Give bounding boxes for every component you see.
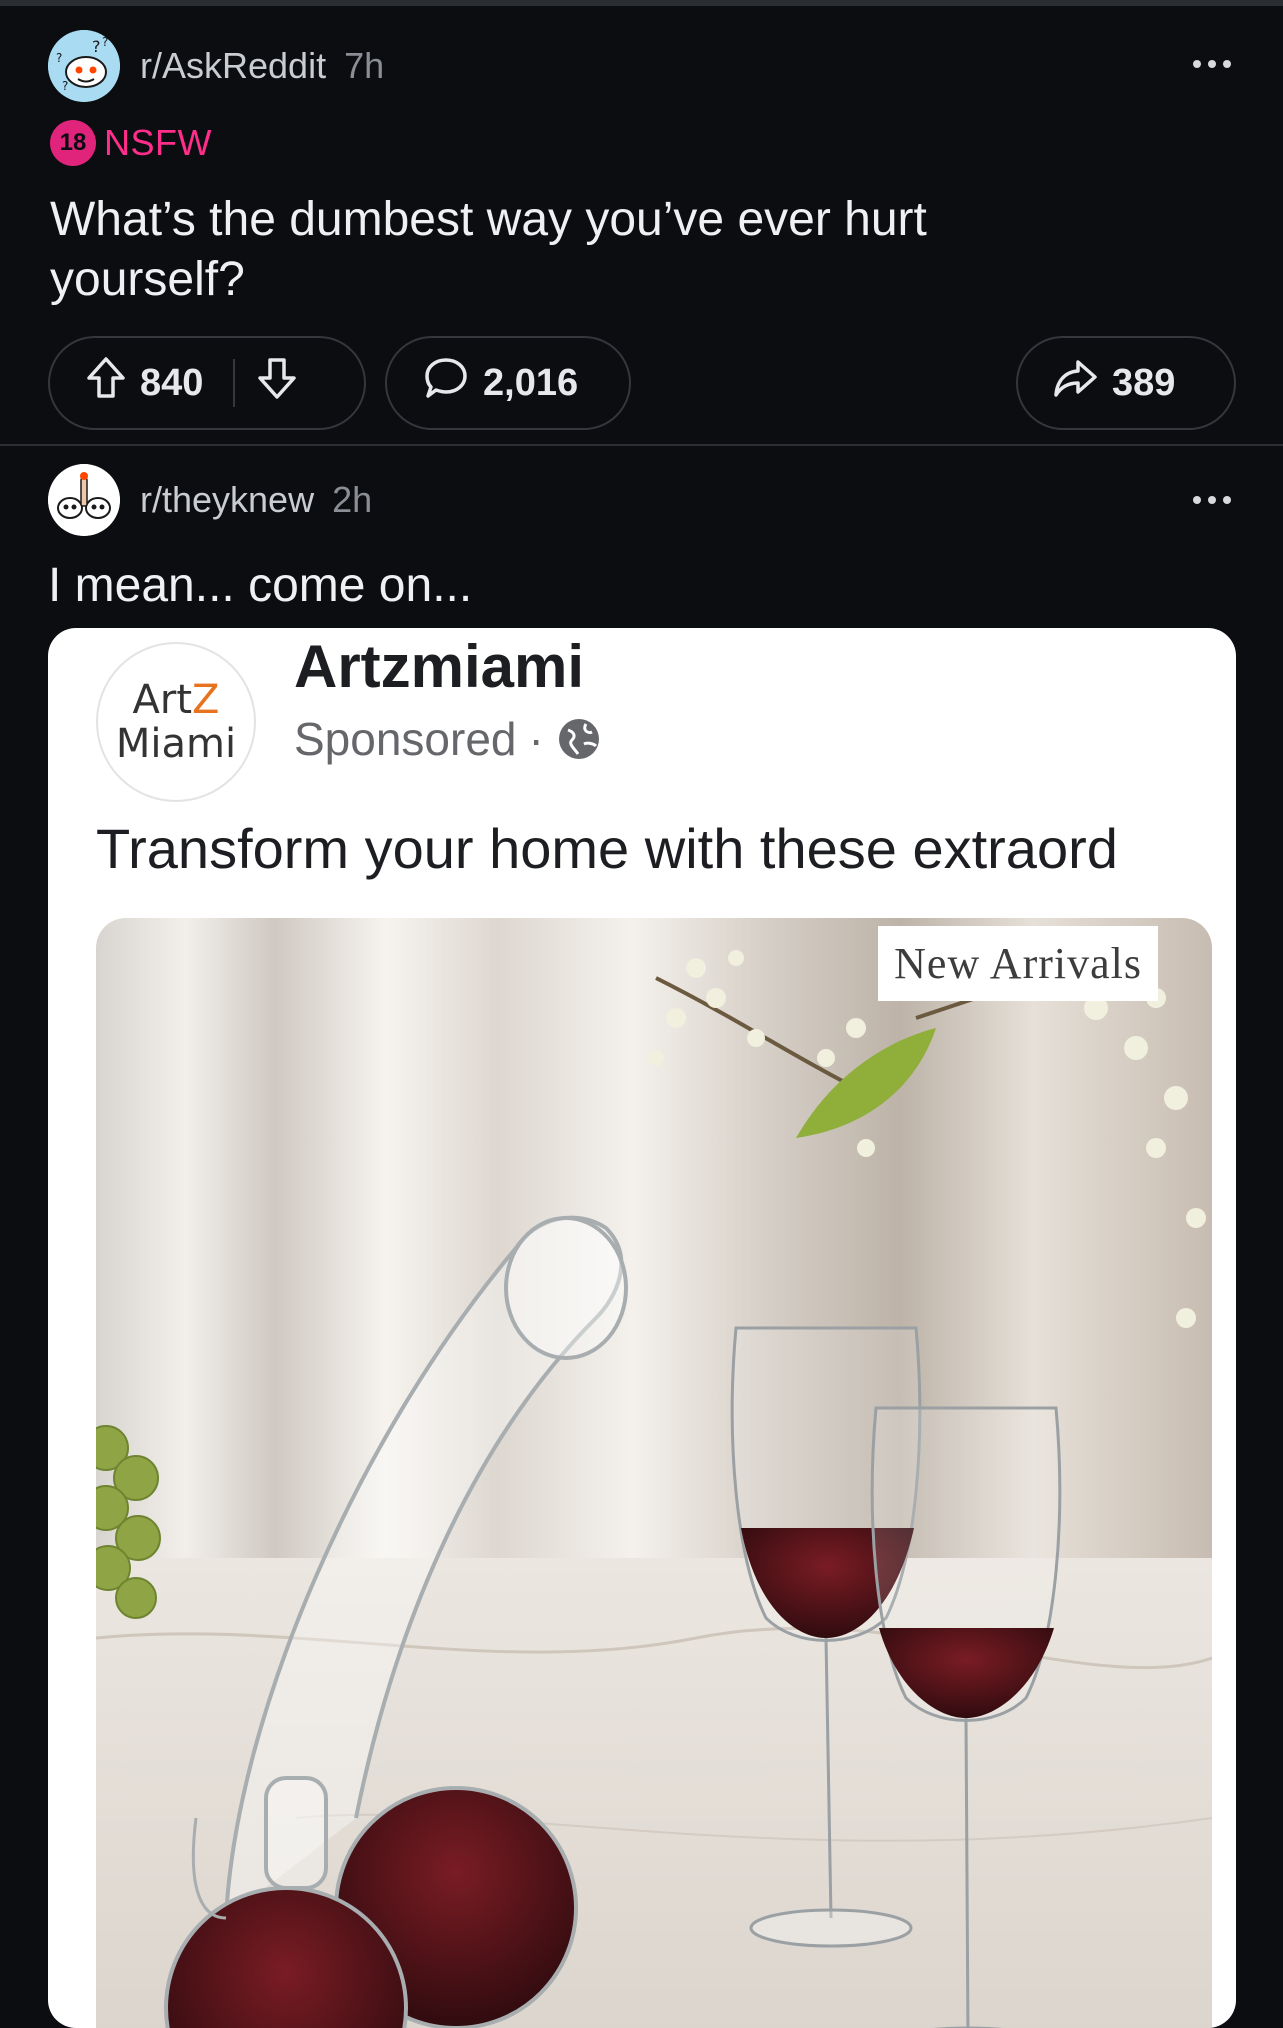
post-image[interactable]: ArtZ Miami Artzmiami Sponsored · Transfo…	[48, 628, 1236, 2028]
comment-count: 2,016	[483, 361, 579, 404]
logo-text: Miami	[115, 721, 237, 767]
ad-caption: Transform your home with these extraord	[96, 817, 1118, 880]
dot-icon	[1208, 60, 1216, 68]
more-options-button[interactable]	[1193, 60, 1231, 68]
post-theyknew[interactable]: r/theyknew 2h I mean... come on... ArtZ …	[0, 446, 1283, 2028]
share-icon-wrap	[1052, 356, 1098, 410]
downvote-button[interactable]	[257, 356, 297, 410]
logo-text: Art	[132, 677, 193, 723]
dot-icon	[1223, 60, 1231, 68]
arrow-down-icon	[258, 358, 297, 399]
new-arrivals-badge: New Arrivals	[878, 926, 1158, 1001]
post-age: 7h	[344, 45, 385, 86]
nsfw-label: NSFW	[104, 122, 212, 163]
upvote-button[interactable]	[86, 356, 126, 410]
advertiser-name: Artzmiami	[294, 633, 585, 700]
post-actions: 840 2,016 389	[0, 336, 1283, 432]
vote-divider	[233, 359, 236, 407]
post-title[interactable]: I mean... come on...	[48, 558, 472, 613]
upvote-count: 840	[140, 361, 204, 404]
theyknew-snoo-icon	[48, 464, 120, 536]
speech-bubble-icon	[425, 358, 467, 398]
sponsored-label: Sponsored	[294, 713, 517, 765]
advertiser-logo: ArtZ Miami	[96, 642, 256, 802]
sponsored-line: Sponsored ·	[294, 712, 602, 766]
share-count: 389	[1112, 361, 1176, 404]
product-photo: New Arrivals	[96, 918, 1212, 2028]
globe-icon	[558, 719, 599, 759]
dot-icon	[1193, 496, 1201, 504]
svg-text:?: ?	[102, 35, 108, 49]
dot-icon	[1193, 60, 1201, 68]
subreddit-avatar[interactable]: ? ? ? ?	[48, 30, 120, 102]
post-header: r/theyknew 2h	[48, 464, 372, 536]
nsfw-18-badge: 18	[50, 120, 96, 166]
post-title[interactable]: What’s the dumbest way you’ve ever hurt …	[50, 190, 950, 310]
svg-text:?: ?	[92, 37, 101, 56]
more-options-button[interactable]	[1193, 496, 1231, 504]
separator-dot: ·	[528, 713, 544, 765]
logo-text-accent: Z	[192, 677, 220, 723]
dot-icon	[1223, 496, 1231, 504]
subreddit-name[interactable]: r/AskReddit	[140, 45, 326, 87]
vote-pill: 840	[48, 336, 366, 430]
nsfw-tag: 18 NSFW	[50, 120, 212, 166]
comment-icon-wrap	[423, 356, 469, 410]
svg-text:?: ?	[56, 51, 62, 65]
comments-button[interactable]: 2,016	[385, 336, 631, 430]
share-arrow-icon	[1054, 360, 1097, 397]
subreddit-name[interactable]: r/theyknew	[140, 479, 314, 521]
share-button[interactable]: 389	[1016, 336, 1236, 430]
decanter-photo	[96, 918, 1212, 2028]
post-header: ? ? ? ? r/AskReddit 7h	[48, 30, 384, 102]
arrow-up-icon	[87, 357, 125, 398]
askreddit-snoo-icon: ? ? ? ?	[48, 30, 120, 102]
post-age: 2h	[332, 479, 373, 520]
dot-icon	[1208, 496, 1216, 504]
subreddit-avatar[interactable]	[48, 464, 120, 536]
svg-text:?: ?	[62, 79, 68, 93]
post-askreddit[interactable]: ? ? ? ? r/AskReddit 7h 18 NSFW What’s th…	[0, 6, 1283, 444]
